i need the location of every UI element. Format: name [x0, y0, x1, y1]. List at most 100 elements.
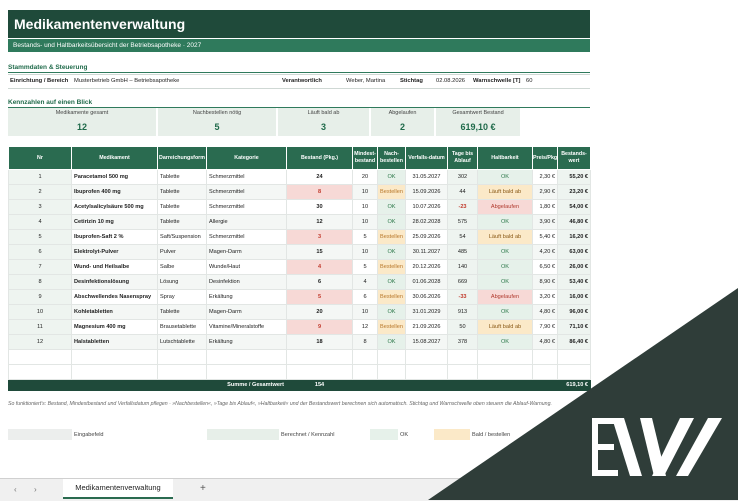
- empty-cell[interactable]: [286, 364, 353, 380]
- empty-cell[interactable]: [352, 349, 378, 365]
- cell-verfallsdatum[interactable]: 31.01.2029: [405, 304, 448, 320]
- cell-bestand[interactable]: 18: [286, 334, 353, 350]
- input-verantwortlich[interactable]: Weber, Martina: [346, 78, 385, 84]
- cell-bestand[interactable]: 15: [286, 244, 353, 260]
- column-header[interactable]: Tage bis Ablauf: [447, 146, 478, 170]
- cell-medikament[interactable]: Desinfektionslösung: [71, 274, 158, 290]
- cell-darreichungsform[interactable]: Salbe: [157, 259, 207, 275]
- cell-preis[interactable]: 3,90 €: [532, 214, 558, 230]
- cell-darreichungsform[interactable]: Pulver: [157, 244, 207, 260]
- cell-medikament[interactable]: Acetylsalicylsäure 500 mg: [71, 199, 158, 215]
- cell-mindestbestand[interactable]: 5: [352, 229, 378, 245]
- cell-medikament[interactable]: Abschwellendes Nasenspray: [71, 289, 158, 305]
- cell-darreichungsform[interactable]: Lutschtablette: [157, 334, 207, 350]
- cell-darreichungsform[interactable]: Saft/Suspension: [157, 229, 207, 245]
- cell-kategorie[interactable]: Vitamine/Mineralstoffe: [206, 319, 287, 335]
- cell-bestand[interactable]: 4: [286, 259, 353, 275]
- empty-cell[interactable]: [477, 364, 533, 380]
- empty-cell[interactable]: [157, 349, 207, 365]
- cell-kategorie[interactable]: Schmerzmittel: [206, 169, 287, 185]
- cell-bestand[interactable]: 20: [286, 304, 353, 320]
- cell-preis[interactable]: 4,80 €: [532, 304, 558, 320]
- cell-darreichungsform[interactable]: Tablette: [157, 169, 207, 185]
- cell-mindestbestand[interactable]: 4: [352, 274, 378, 290]
- cell-kategorie[interactable]: Erkältung: [206, 289, 287, 305]
- column-header[interactable]: Bestands-wert: [557, 146, 591, 170]
- empty-cell[interactable]: [157, 364, 207, 380]
- cell-mindestbestand[interactable]: 10: [352, 244, 378, 260]
- cell-kategorie[interactable]: Schmerzmittel: [206, 229, 287, 245]
- empty-cell[interactable]: [532, 364, 558, 380]
- cell-medikament[interactable]: Kohletabletten: [71, 304, 158, 320]
- cell-medikament[interactable]: Cetirizin 10 mg: [71, 214, 158, 230]
- cell-verfallsdatum[interactable]: 15.08.2027: [405, 334, 448, 350]
- empty-cell[interactable]: [8, 349, 72, 365]
- cell-preis[interactable]: 2,30 €: [532, 169, 558, 185]
- cell-mindestbestand[interactable]: 5: [352, 259, 378, 275]
- column-header[interactable]: Bestand (Pkg.): [286, 146, 353, 170]
- empty-cell[interactable]: [352, 364, 378, 380]
- cell-bestand[interactable]: 8: [286, 184, 353, 200]
- empty-cell[interactable]: [405, 349, 448, 365]
- column-header[interactable]: Medikament: [71, 146, 158, 170]
- cell-preis[interactable]: 2,90 €: [532, 184, 558, 200]
- cell-mindestbestand[interactable]: 12: [352, 319, 378, 335]
- column-header[interactable]: Nr: [8, 146, 72, 170]
- cell-darreichungsform[interactable]: Lösung: [157, 274, 207, 290]
- cell-bestand[interactable]: 30: [286, 199, 353, 215]
- empty-cell[interactable]: [447, 364, 478, 380]
- input-einrichtung[interactable]: Musterbetrieb GmbH – Betriebsapotheke: [74, 78, 179, 84]
- column-header[interactable]: Mindest-bestand: [352, 146, 378, 170]
- empty-cell[interactable]: [286, 349, 353, 365]
- cell-verfallsdatum[interactable]: 10.07.2026: [405, 199, 448, 215]
- cell-medikament[interactable]: Wund- und Heilsalbe: [71, 259, 158, 275]
- empty-cell[interactable]: [206, 364, 287, 380]
- add-sheet-icon[interactable]: +: [200, 483, 206, 494]
- cell-kategorie[interactable]: Magen-Darm: [206, 304, 287, 320]
- cell-darreichungsform[interactable]: Tablette: [157, 184, 207, 200]
- empty-cell[interactable]: [71, 364, 158, 380]
- cell-darreichungsform[interactable]: Spray: [157, 289, 207, 305]
- cell-verfallsdatum[interactable]: 30.11.2027: [405, 244, 448, 260]
- cell-darreichungsform[interactable]: Tablette: [157, 304, 207, 320]
- cell-verfallsdatum[interactable]: 21.09.2026: [405, 319, 448, 335]
- column-header[interactable]: Kategorie: [206, 146, 287, 170]
- cell-verfallsdatum[interactable]: 31.05.2027: [405, 169, 448, 185]
- input-stichtag[interactable]: 02.08.2026: [436, 78, 465, 84]
- cell-mindestbestand[interactable]: 8: [352, 334, 378, 350]
- cell-preis[interactable]: 8,90 €: [532, 274, 558, 290]
- cell-medikament[interactable]: Elektrolyt-Pulver: [71, 244, 158, 260]
- cell-mindestbestand[interactable]: 20: [352, 169, 378, 185]
- cell-preis[interactable]: 5,40 €: [532, 229, 558, 245]
- cell-preis[interactable]: 1,80 €: [532, 199, 558, 215]
- cell-bestand[interactable]: 5: [286, 289, 353, 305]
- cell-medikament[interactable]: Ibuprofen-Saft 2 %: [71, 229, 158, 245]
- sheet-tab-medikamentenverwaltung[interactable]: Medikamentenverwaltung: [63, 479, 173, 499]
- cell-mindestbestand[interactable]: 10: [352, 304, 378, 320]
- next-sheet-icon[interactable]: ›: [34, 485, 37, 494]
- empty-cell[interactable]: [405, 364, 448, 380]
- column-header[interactable]: Nach-bestellen: [377, 146, 406, 170]
- cell-kategorie[interactable]: Schmerzmittel: [206, 199, 287, 215]
- cell-kategorie[interactable]: Erkältung: [206, 334, 287, 350]
- cell-preis[interactable]: 3,20 €: [532, 289, 558, 305]
- column-header[interactable]: Haltbarkeit: [477, 146, 533, 170]
- cell-bestand[interactable]: 9: [286, 319, 353, 335]
- cell-kategorie[interactable]: Allergie: [206, 214, 287, 230]
- cell-darreichungsform[interactable]: Brausetablette: [157, 319, 207, 335]
- cell-verfallsdatum[interactable]: 15.09.2026: [405, 184, 448, 200]
- cell-verfallsdatum[interactable]: 01.06.2028: [405, 274, 448, 290]
- cell-mindestbestand[interactable]: 6: [352, 289, 378, 305]
- cell-preis[interactable]: 4,20 €: [532, 244, 558, 260]
- cell-medikament[interactable]: Paracetamol 500 mg: [71, 169, 158, 185]
- cell-verfallsdatum[interactable]: 30.06.2026: [405, 289, 448, 305]
- cell-kategorie[interactable]: Magen-Darm: [206, 244, 287, 260]
- cell-kategorie[interactable]: Desinfektion: [206, 274, 287, 290]
- cell-kategorie[interactable]: Wunde/Haut: [206, 259, 287, 275]
- empty-cell[interactable]: [532, 349, 558, 365]
- column-header[interactable]: Preis/Pkg: [532, 146, 558, 170]
- cell-bestand[interactable]: 6: [286, 274, 353, 290]
- empty-cell[interactable]: [71, 349, 158, 365]
- cell-preis[interactable]: 7,90 €: [532, 319, 558, 335]
- cell-preis[interactable]: 6,50 €: [532, 259, 558, 275]
